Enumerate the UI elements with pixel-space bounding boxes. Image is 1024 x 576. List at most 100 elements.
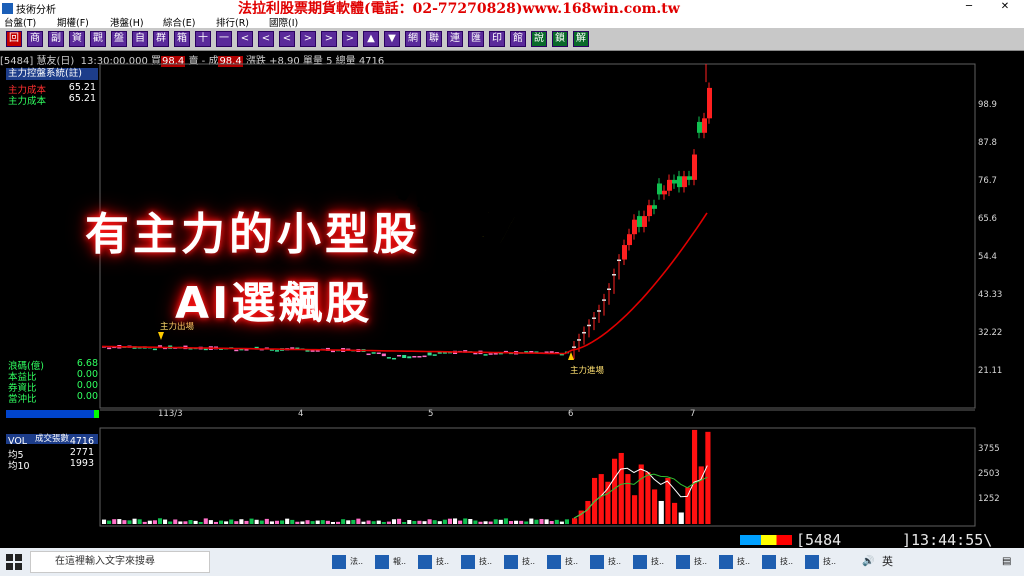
candle-rally-2: [582, 331, 586, 334]
volume-flat-47: [341, 519, 346, 524]
volume-flat-21: [208, 520, 213, 524]
windows-start-icon[interactable]: [6, 554, 22, 570]
candle-rally-7: [607, 288, 611, 291]
price-x-tick-3: 6: [568, 409, 574, 419]
menu-item-2[interactable]: 港盤(H): [110, 15, 144, 29]
volume-bar-13: [658, 500, 664, 524]
candle-rally-6: [602, 299, 606, 301]
candle-rally-17: [657, 183, 662, 195]
status-clock: ]13:44:55\: [902, 531, 993, 549]
volume-flat-56: [386, 521, 391, 524]
toolbar-button-21[interactable]: 連: [447, 31, 463, 47]
toolbar-button-18[interactable]: ▼: [384, 31, 400, 47]
toolbar-button-25[interactable]: 說: [531, 31, 547, 47]
taskbar-app-8[interactable]: 技..: [674, 552, 714, 572]
taskbar-search-input[interactable]: 在這裡輸入文字來搜尋: [30, 551, 210, 573]
taskbar-app-2[interactable]: 技..: [416, 552, 456, 572]
volume-flat-5: [127, 520, 132, 524]
candle-flat-60: [407, 356, 412, 359]
taskbar-app-7[interactable]: 技..: [631, 552, 671, 572]
toolbar-button-14[interactable]: >: [300, 31, 316, 47]
toolbar-button-4[interactable]: 觀: [90, 31, 106, 47]
toolbar-button-8[interactable]: 箱: [174, 31, 190, 47]
taskbar-app-4[interactable]: 技..: [502, 552, 542, 572]
toolbar-button-2[interactable]: 副: [48, 31, 64, 47]
toolbar-button-0[interactable]: 回: [6, 31, 22, 47]
toolbar-button-16[interactable]: >: [342, 31, 358, 47]
menu-item-4[interactable]: 排行(R): [216, 15, 249, 29]
volume-bar-10: [638, 464, 644, 524]
menu-item-1[interactable]: 期權(F): [57, 15, 89, 29]
toolbar-button-27[interactable]: 解: [573, 31, 589, 47]
toolbar-button-11[interactable]: <: [237, 31, 253, 47]
speaker-icon[interactable]: 🔊: [862, 552, 874, 572]
notification-icon[interactable]: ▤: [1002, 552, 1011, 572]
toolbar-button-7[interactable]: 群: [153, 31, 169, 47]
menu-item-5[interactable]: 國際(I): [269, 15, 298, 29]
toolbar-button-17[interactable]: ▲: [363, 31, 379, 47]
taskbar-app-10[interactable]: 技..: [760, 552, 800, 572]
volume-flat-77: [493, 519, 498, 524]
volume-flat-68: [447, 518, 452, 524]
volume-flat-27: [239, 519, 244, 524]
menu-item-3[interactable]: 綜合(E): [163, 15, 195, 29]
candle-rally-1: [577, 339, 581, 341]
candle-flat-75: [483, 354, 488, 356]
taskbar-app-9[interactable]: 技..: [717, 552, 757, 572]
toolbar-button-26[interactable]: 鎖: [552, 31, 568, 47]
candle-flat-56: [386, 357, 391, 359]
toolbar-button-12[interactable]: <: [258, 31, 274, 47]
toolbar-button-9[interactable]: 十: [195, 31, 211, 47]
toolbar-button-3[interactable]: 資: [69, 31, 85, 47]
toolbar-button-10[interactable]: 一: [216, 31, 232, 47]
volume-flat-71: [463, 518, 468, 524]
price-y-tick-3: 65.6: [978, 214, 997, 224]
app-icon: [2, 3, 13, 14]
candle-rally-8: [612, 274, 616, 276]
volume-flat-83: [524, 521, 529, 524]
toolbar-button-20[interactable]: 聯: [426, 31, 442, 47]
price-chart: [6, 63, 976, 527]
taskbar-app-1[interactable]: 報..: [373, 552, 413, 572]
volume-flat-0: [102, 519, 107, 524]
minimize-button[interactable]: ─: [950, 0, 988, 14]
taskbar-app-3[interactable]: 技..: [459, 552, 499, 572]
volume-y-tick-0: 3755: [978, 444, 1000, 454]
price-y-tick-1: 87.8: [978, 138, 997, 148]
taskbar-app-5[interactable]: 技..: [545, 552, 585, 572]
toolbar-button-6[interactable]: 自: [132, 31, 148, 47]
volume-plot-frame: [99, 427, 976, 527]
toolbar-button-5[interactable]: 盤: [111, 31, 127, 47]
candle-flat-52: [366, 353, 371, 356]
volume-flat-64: [427, 519, 432, 524]
toolbar-button-23[interactable]: 印: [489, 31, 505, 47]
taskbar-app-11[interactable]: 技..: [803, 552, 843, 572]
volume-flat-70: [458, 520, 463, 524]
toolbar-button-24[interactable]: 館: [510, 31, 526, 47]
close-button[interactable]: ✕: [986, 0, 1024, 14]
candle-rally-3: [587, 324, 591, 327]
toolbar-button-1[interactable]: 商: [27, 31, 43, 47]
taskbar-app-6[interactable]: 技..: [588, 552, 628, 572]
menu-item-0[interactable]: 台盤(T): [4, 15, 36, 29]
volume-flat-58: [397, 518, 402, 524]
price-y-tick-4: 54.4: [978, 252, 997, 262]
volume-flat-65: [432, 520, 437, 524]
candle-rally-0: [572, 346, 576, 348]
toolbar-button-22[interactable]: 匯: [468, 31, 484, 47]
toolbar-button-15[interactable]: >: [321, 31, 337, 47]
price-x-tick-2: 5: [428, 409, 434, 419]
volume-value-1: 2771: [69, 447, 94, 458]
volume-flat-19: [198, 521, 203, 524]
candle-flat-26: [234, 349, 239, 352]
volume-flat-90: [559, 521, 564, 524]
volume-flat-12: [163, 519, 168, 524]
toolbar-button-19[interactable]: 網: [405, 31, 421, 47]
price-y-tick-0: 98.9: [978, 100, 997, 110]
candle-flat-76: [488, 353, 493, 355]
ime-indicator[interactable]: 英: [882, 552, 893, 572]
volume-flat-84: [529, 518, 534, 524]
toolbar: 回商副資觀盤自群箱十一 < < < > > > ▲ ▼ 網聯連匯印館說鎖解: [0, 28, 1024, 51]
taskbar-app-0[interactable]: 法..: [330, 552, 370, 572]
toolbar-button-13[interactable]: <: [279, 31, 295, 47]
